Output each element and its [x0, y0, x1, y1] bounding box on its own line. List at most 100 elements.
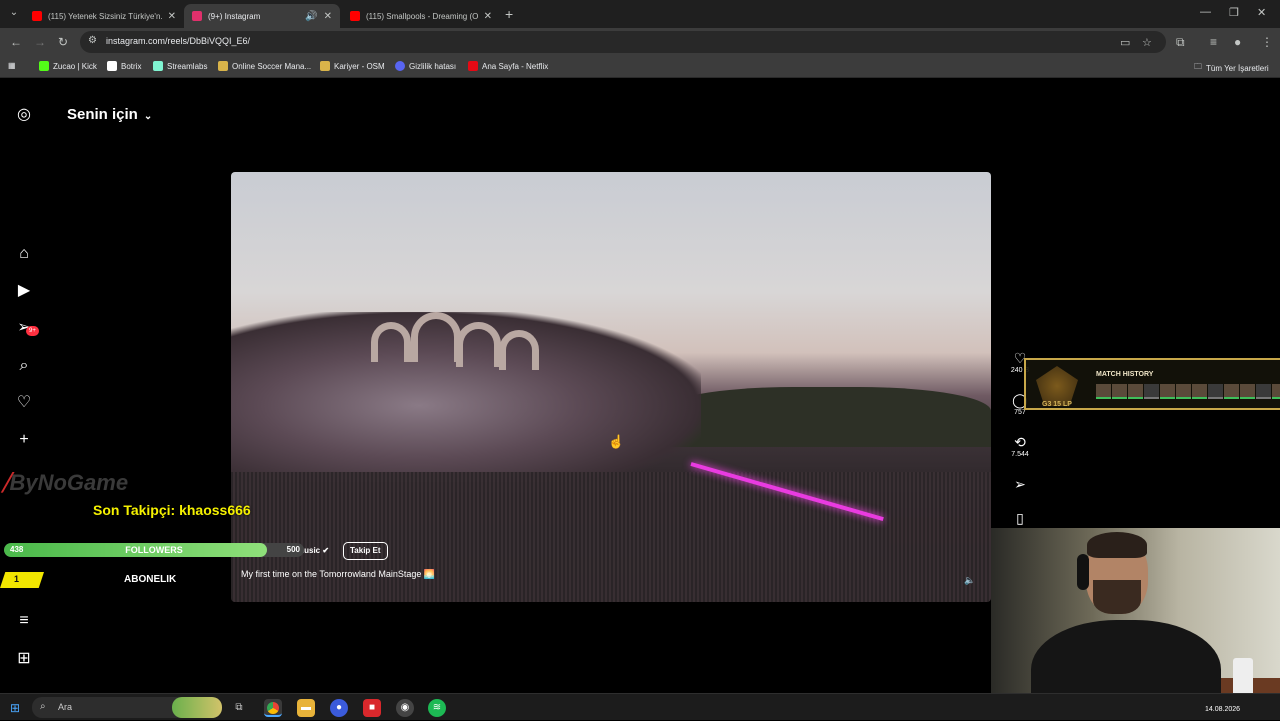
reload-icon[interactable]: ↻	[58, 35, 68, 49]
bookmark-item[interactable]: Online Soccer Mana...	[218, 61, 311, 71]
video-arch	[411, 312, 461, 362]
subs-progress-fill	[0, 572, 44, 588]
bookmark-label: Online Soccer Mana...	[232, 61, 312, 71]
repost-action[interactable]: ⟲ 7.544	[1008, 434, 1032, 458]
speaker-icon[interactable]: 🔊	[305, 11, 317, 22]
instagram-logo-icon[interactable]: ◎	[14, 105, 34, 125]
match-result-loss	[1144, 384, 1159, 399]
heart-icon[interactable]: ♡	[14, 393, 34, 413]
app-red-icon[interactable]: ■	[363, 699, 381, 717]
match-result-win	[1112, 384, 1127, 399]
bookmark-label: Ana Sayfa - Netflix	[482, 61, 549, 71]
messenger-icon[interactable]: ●	[330, 699, 348, 717]
media-control-icon[interactable]: ≡	[1210, 35, 1217, 49]
bookmark-item[interactable]: Botrix	[107, 61, 141, 71]
bookmark-star-icon[interactable]: ☆	[1142, 36, 1152, 49]
url-text: instagram.com/reels/DbBiVQQI_E6/	[106, 36, 251, 46]
file-explorer-icon[interactable]: ▬	[297, 699, 315, 717]
bookmark-label: Tüm Yer İşaretleri	[1206, 63, 1269, 73]
bookmark-label: Gizlilik hatası	[409, 61, 457, 71]
browser-tab-active[interactable]: (9+) Instagram 🔊 ✕	[184, 4, 340, 28]
search-icon[interactable]: ⌕	[14, 356, 34, 376]
reel-caption: My first time on the Tomorrowland MainSt…	[241, 569, 436, 579]
spotify-icon[interactable]: ≋	[428, 699, 446, 717]
close-icon[interactable]: ✕	[168, 11, 176, 22]
also-from-meta-icon[interactable]: ⊞	[14, 649, 34, 669]
repost-count: 7.544	[1011, 451, 1029, 458]
bookmark-item[interactable]: Zucao | Kick	[39, 61, 97, 71]
reels-icon[interactable]: ▶	[14, 281, 34, 301]
cast-icon[interactable]: ▭	[1120, 36, 1130, 49]
bookmark-item[interactable]: Ana Sayfa - Netflix	[468, 61, 548, 71]
obs-icon[interactable]: ◉	[396, 699, 414, 717]
menu-dots-icon[interactable]: ⋮	[1261, 35, 1273, 49]
more-menu-icon[interactable]: ≡	[14, 611, 34, 631]
subs-label: ABONELIK	[124, 574, 177, 585]
bookmark-item[interactable]: Streamlabs	[153, 61, 207, 71]
mouse-cursor-icon: ☝	[608, 434, 625, 449]
subs-current: 1	[14, 574, 20, 584]
messages-icon[interactable]: ➢ 9+	[14, 318, 39, 338]
mute-icon[interactable]: 🔈	[964, 575, 975, 586]
minimize-icon[interactable]: —	[1200, 6, 1211, 18]
video-arch	[456, 322, 501, 367]
bookmark-label: Streamlabs	[167, 61, 208, 71]
comment-count: 757	[1014, 409, 1026, 416]
taskbar-search[interactable]: ⌕ Ara	[32, 697, 222, 718]
apps-grid-icon[interactable]: ▦	[8, 61, 16, 70]
bookmark-label: Kariyer - OSM	[334, 61, 385, 71]
restore-icon[interactable]: ❐	[1229, 6, 1239, 19]
subs-goal-bar: 1 ABONELIK	[0, 572, 230, 588]
stream-brand-logo: ⧸ByNoGame	[2, 470, 128, 496]
save-action[interactable]: ▯	[1008, 510, 1032, 527]
forward-icon[interactable]: →	[34, 35, 46, 49]
search-highlight-image	[172, 697, 222, 718]
webcam-person-hair	[1087, 532, 1147, 558]
osm-icon	[320, 61, 330, 71]
browser-tab[interactable]: (115) Smallpools - Dreaming (O... ✕	[342, 4, 500, 28]
rank-emblem-icon	[1036, 366, 1078, 406]
bookmark-item[interactable]: Kariyer - OSM	[320, 61, 385, 71]
close-icon[interactable]: ✕	[324, 11, 332, 22]
create-icon[interactable]: +	[14, 430, 34, 450]
new-tab-button[interactable]: +	[505, 6, 513, 22]
profile-avatar-icon[interactable]: ●	[1234, 35, 1241, 49]
youtube-icon	[32, 11, 42, 21]
back-icon[interactable]: ←	[10, 35, 22, 49]
address-bar[interactable]: ⚙ instagram.com/reels/DbBiVQQI_E6/ ▭ ☆	[80, 31, 1166, 53]
match-history-overlay: G3 15 LP MATCH HISTORY	[1024, 358, 1280, 410]
brand-text: ByNoGame	[9, 470, 129, 495]
share-action[interactable]: ➢	[1008, 476, 1032, 493]
match-history-title: MATCH HISTORY	[1096, 371, 1154, 378]
chrome-icon[interactable]	[264, 699, 282, 717]
windows-start-icon[interactable]: ⊞	[10, 701, 20, 715]
tab-title: (115) Smallpools - Dreaming (O...	[366, 11, 478, 21]
site-info-icon[interactable]: ⚙	[88, 35, 97, 46]
close-icon[interactable]: ✕	[484, 11, 492, 22]
video-trees	[661, 387, 991, 447]
notification-badge: 9+	[26, 326, 39, 336]
windows-taskbar: ⊞ ⌕ Ara ⧉ ▬ ● ■ ◉ ≋ 14.08.2026	[0, 693, 1280, 720]
feed-selector[interactable]: Senin için ⌄	[67, 106, 152, 123]
bookmark-item[interactable]: Gizlilik hatası	[395, 61, 456, 71]
bookmark-label: Zucao | Kick	[53, 61, 97, 71]
search-placeholder: Ara	[58, 702, 73, 712]
close-window-icon[interactable]: ✕	[1257, 6, 1266, 19]
reel-video[interactable]: ☝ nowmusic ✔ Takip Et My first time on t…	[231, 172, 991, 602]
bookmark-icon: ▯	[1016, 510, 1024, 526]
kick-icon	[39, 61, 49, 71]
home-icon[interactable]: ⌂	[14, 244, 34, 264]
extensions-icon[interactable]: ⧉	[1176, 35, 1185, 50]
send-icon: ➢	[1014, 476, 1026, 492]
tab-title: (9+) Instagram	[208, 11, 261, 21]
followers-goal: 500	[286, 545, 300, 554]
taskbar-date: 14.08.2026	[1205, 706, 1241, 713]
video-crowd	[231, 472, 991, 602]
task-view-icon[interactable]: ⧉	[230, 699, 248, 717]
bookmarks-bar: ▦ Zucao | Kick Botrix Streamlabs Online …	[0, 56, 1280, 78]
tab-title: (115) Yetenek Sizsiniz Türkiye'n...	[48, 11, 162, 21]
all-bookmarks-folder[interactable]: 🗀 Tüm Yer İşaretleri	[1194, 61, 1269, 75]
tab-search-button[interactable]: ⌄	[6, 5, 22, 21]
follow-button[interactable]: Takip Et	[343, 542, 388, 560]
browser-tab[interactable]: (115) Yetenek Sizsiniz Türkiye'n... ✕	[24, 4, 184, 28]
